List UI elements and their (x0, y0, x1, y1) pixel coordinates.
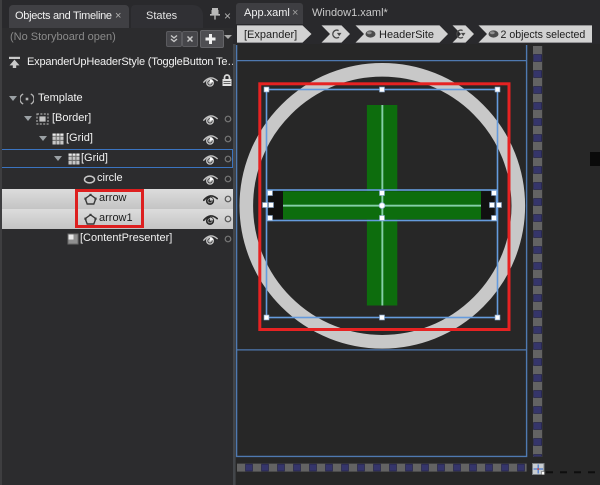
svg-text:2 objects selected: 2 objects selected (501, 29, 586, 41)
svg-text:HeaderSite: HeaderSite (379, 29, 434, 41)
svg-text:[Expander]: [Expander] (244, 29, 297, 41)
